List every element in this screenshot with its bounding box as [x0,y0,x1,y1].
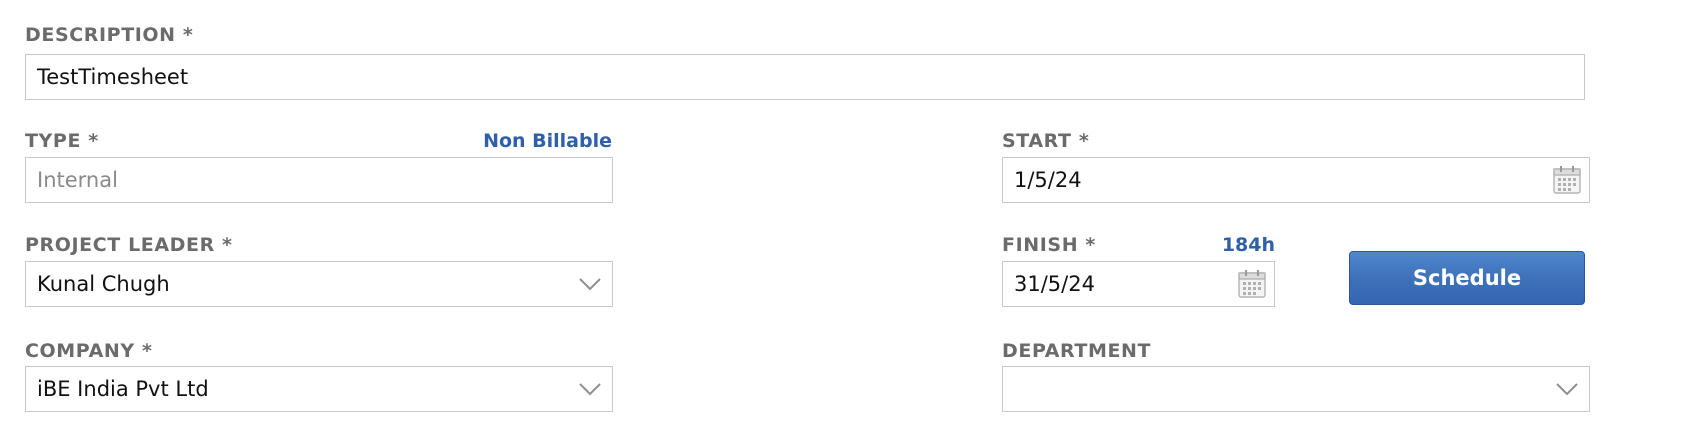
calendar-icon[interactable] [1236,268,1268,300]
company-label: COMPANY * [25,340,153,362]
company-value: iBE India Pvt Ltd [37,377,209,401]
finish-date-value: 31/5/24 [1014,272,1095,296]
start-label: START * [1002,130,1090,152]
chevron-down-icon [579,383,601,396]
type-placeholder: Internal [37,168,118,192]
schedule-button[interactable]: Schedule [1349,251,1585,305]
type-label: TYPE * [25,130,99,152]
start-date-value: 1/5/24 [1014,168,1082,192]
project-leader-label: PROJECT LEADER * [25,234,233,256]
calendar-icon[interactable] [1551,164,1583,196]
description-value: TestTimesheet [37,65,189,89]
non-billable-link[interactable]: Non Billable [483,130,612,152]
start-date-input[interactable]: 1/5/24 [1002,157,1590,203]
duration-hours: 184h [1221,234,1275,256]
finish-date-input[interactable]: 31/5/24 [1002,261,1275,307]
description-label: DESCRIPTION * [25,24,194,46]
type-input[interactable]: Internal [25,157,613,203]
department-select[interactable] [1002,366,1590,412]
finish-label: FINISH * [1002,234,1096,256]
company-select[interactable]: iBE India Pvt Ltd [25,366,613,412]
project-leader-select[interactable]: Kunal Chugh [25,261,613,307]
chevron-down-icon [579,278,601,291]
project-leader-value: Kunal Chugh [37,272,170,296]
chevron-down-icon [1556,383,1578,396]
department-label: DEPARTMENT [1002,340,1152,362]
description-input[interactable]: TestTimesheet [25,54,1585,100]
